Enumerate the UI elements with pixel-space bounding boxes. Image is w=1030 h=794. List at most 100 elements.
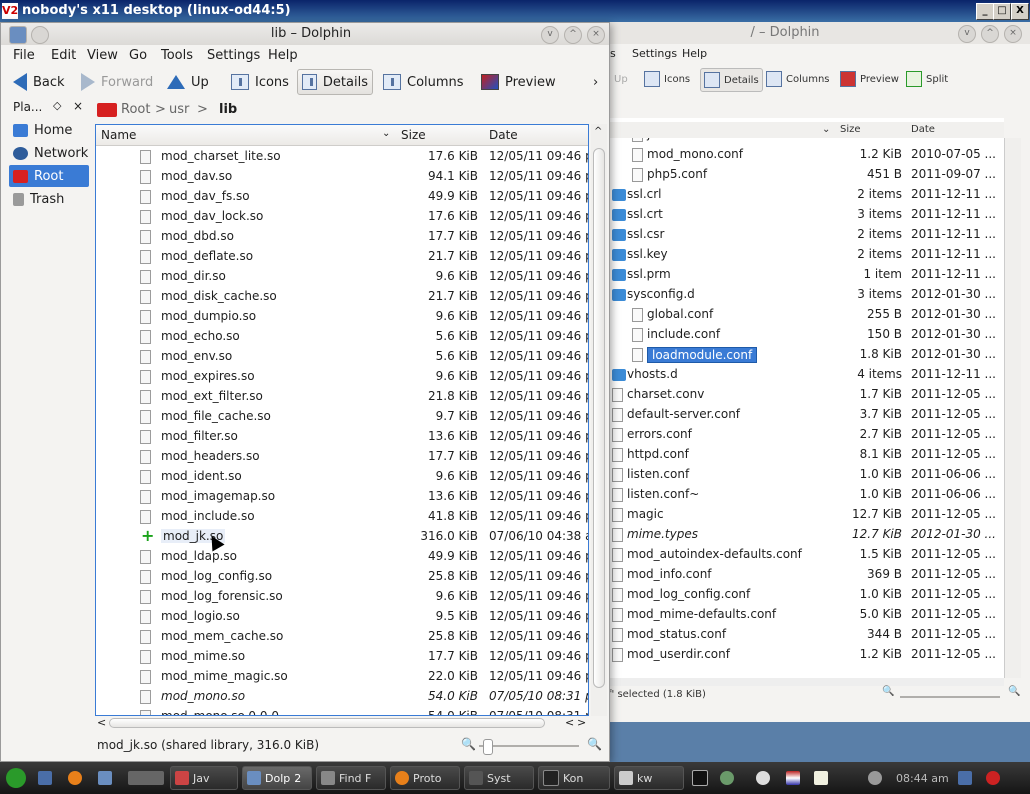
places-item-network[interactable]: Network	[9, 142, 89, 164]
file-row[interactable]: mod_echo.so 5.6 KiB 12/05/11 09:46 pn	[96, 327, 588, 347]
menu-view[interactable]: View	[87, 48, 118, 63]
file-row[interactable]: mod_ext_filter.so 21.8 KiB 12/05/11 09:46 …	[96, 387, 588, 407]
places-item-trash[interactable]: Trash	[9, 188, 89, 210]
file-row[interactable]: vhosts.d 4 items 2011-12-11 ...	[606, 366, 1004, 386]
elephant-tray[interactable]	[716, 766, 742, 790]
file-row[interactable]: loadmodule.conf 1.8 KiB 2012-01-30 ...	[606, 346, 1004, 366]
breadcrumb-lib[interactable]: lib	[219, 102, 237, 117]
file-row[interactable]: mod_logio.so 9.5 KiB 12/05/11 09:46 pn	[96, 607, 588, 627]
file-row[interactable]: mod_include.so 41.8 KiB 12/05/11 09:46 pn	[96, 507, 588, 527]
horizontal-scrollbar[interactable]: < < >	[95, 716, 589, 730]
file-row[interactable]: ssl.crt 3 items 2011-12-11 ...	[606, 206, 1004, 226]
task-system[interactable]: Syst	[464, 766, 534, 790]
file-row[interactable]: mod_log_forensic.so 9.6 KiB 12/05/11 09:46…	[96, 587, 588, 607]
menu-item[interactable]: s	[610, 47, 616, 60]
up-button[interactable]: Up	[614, 68, 628, 90]
file-row[interactable]: mod_log_config.so 25.8 KiB 12/05/11 09:46 …	[96, 567, 588, 587]
file-row[interactable]: sysconfig.d 3 items 2012-01-30 ...	[606, 286, 1004, 306]
file-row[interactable]: charset.conv 1.7 KiB 2011-12-05 ...	[606, 386, 1004, 406]
breadcrumb-usr[interactable]: usr	[169, 102, 189, 117]
file-row[interactable]: mod_dav.so 94.1 KiB 12/05/11 09:46 pn	[96, 167, 588, 187]
file-row[interactable]: mod_headers.so 17.7 KiB 12/05/11 09:46 pn	[96, 447, 588, 467]
menu-help[interactable]: Help	[268, 48, 298, 63]
column-name[interactable]: Name	[101, 128, 136, 142]
file-row[interactable]: ssl.key 2 items 2011-12-11 ...	[606, 246, 1004, 266]
preview-button[interactable]: Preview	[840, 68, 899, 90]
keyboard-layout-tray[interactable]	[782, 766, 808, 790]
scroll-left-icon[interactable]: <	[565, 716, 574, 729]
file-row[interactable]: mod_ldap.so 49.9 KiB 12/05/11 09:46 pn	[96, 547, 588, 567]
pin-icon[interactable]	[31, 26, 49, 44]
columns-view-button[interactable]: Columns	[766, 68, 830, 90]
vnc-maximize-button[interactable]: □	[993, 3, 1011, 20]
close-icon[interactable]: ×	[1004, 25, 1022, 43]
window-titlebar[interactable]: lib – Dolphin v ^ ×	[1, 23, 609, 45]
file-row[interactable]: mod_dir.so 9.6 KiB 12/05/11 09:46 pn	[96, 267, 588, 287]
task-java[interactable]: Jav	[170, 766, 238, 790]
file-row[interactable]: mod_dumpio.so 9.6 KiB 12/05/11 09:46 pn	[96, 307, 588, 327]
chevron-up-icon[interactable]: ^	[981, 25, 999, 43]
file-row[interactable]: mod_disk_cache.so 21.7 KiB 12/05/11 09:46 …	[96, 287, 588, 307]
icons-view-button[interactable]: Icons	[227, 69, 293, 95]
zoom-out-icon[interactable]: 🔍	[461, 737, 476, 751]
menu-go[interactable]: Go	[129, 48, 147, 63]
desktop-button[interactable]	[34, 766, 62, 790]
window2-horizontal-scrollbar[interactable]	[606, 678, 1004, 686]
file-row[interactable]: httpd.conf 8.1 KiB 2011-12-05 ...	[606, 446, 1004, 466]
file-row[interactable]: listen.conf~ 1.0 KiB 2011-06-06 ...	[606, 486, 1004, 506]
split-button[interactable]: Split	[906, 68, 948, 90]
float-panel-icon[interactable]: ◇	[53, 99, 61, 112]
places-item-home[interactable]: Home	[9, 119, 89, 141]
details-view-button[interactable]: Details	[700, 68, 763, 92]
audio-tray[interactable]	[752, 766, 778, 790]
zoom-in-icon[interactable]: 🔍	[587, 737, 602, 751]
file-row[interactable]: errors.conf 2.7 KiB 2011-12-05 ...	[606, 426, 1004, 446]
file-row[interactable]: mod_charset_lite.so 17.6 KiB 12/05/11 09:4…	[96, 147, 588, 167]
zoom-out-icon[interactable]: 🔍	[882, 686, 894, 697]
file-row[interactable]: mod_status.conf 344 B 2011-12-05 ...	[606, 626, 1004, 646]
toolbar-overflow-button[interactable]: ›	[589, 69, 602, 95]
file-row[interactable]: global.conf 255 B 2012-01-30 ...	[606, 306, 1004, 326]
maximize-icon[interactable]: ^	[564, 26, 582, 44]
menu-edit[interactable]: Edit	[51, 48, 76, 63]
file-row[interactable]: ssl.crl 2 items 2011-12-11 ...	[606, 186, 1004, 206]
pager[interactable]	[124, 766, 168, 790]
sort-chevron-icon[interactable]: ⌄	[382, 128, 390, 139]
file-row[interactable]: include.conf 150 B 2012-01-30 ...	[606, 326, 1004, 346]
task-kwrite[interactable]: kw	[614, 766, 684, 790]
vnc-close-button[interactable]: X	[1011, 3, 1029, 20]
file-row[interactable]: php5.conf 451 B 2011-09-07 ...	[606, 166, 1004, 186]
file-row[interactable]: mod_dav_fs.so 49.9 KiB 12/05/11 09:46 pn	[96, 187, 588, 207]
file-row[interactable]: listen.conf 1.0 KiB 2011-06-06 ...	[606, 466, 1004, 486]
file-row[interactable]: mod_dbd.so 17.7 KiB 12/05/11 09:46 pn	[96, 227, 588, 247]
vertical-scrollbar[interactable]: ^	[591, 124, 607, 716]
task-find[interactable]: Find F	[316, 766, 386, 790]
app-menu-icon[interactable]	[9, 26, 27, 44]
clock[interactable]: 08:44 am	[892, 766, 950, 790]
vnc-minimize-button[interactable]: _	[976, 3, 994, 20]
file-row[interactable]: mod_mono.so.0.0.0 54.0 KiB 07/05/10 08:31 …	[96, 707, 588, 715]
file-row[interactable]: magic 12.7 KiB 2011-12-05 ...	[606, 506, 1004, 526]
kde-menu-button[interactable]	[2, 766, 30, 790]
chevron-down-icon[interactable]: v	[958, 25, 976, 43]
file-row[interactable]: + mod_jk.so 316.0 KiB 07/06/10 04:38 ar	[96, 527, 588, 547]
logout-button[interactable]	[982, 766, 1008, 790]
up-button[interactable]: Up	[163, 69, 213, 95]
file-row[interactable]: mod_file_cache.so 9.7 KiB 12/05/11 09:46 p…	[96, 407, 588, 427]
scroll-left-icon[interactable]: <	[97, 716, 106, 729]
close-icon[interactable]: ×	[587, 26, 605, 44]
file-row[interactable]: default-server.conf 3.7 KiB 2011-12-05 ...	[606, 406, 1004, 426]
task-konsole[interactable]: Kon	[538, 766, 610, 790]
places-item-root[interactable]: Root	[9, 165, 89, 187]
hscrollbar-thumb[interactable]	[109, 718, 545, 728]
menu-tools[interactable]: Tools	[161, 48, 193, 63]
window2-vertical-scrollbar[interactable]	[1004, 138, 1021, 678]
file-row[interactable]: mod_expires.so 9.6 KiB 12/05/11 09:46 pn	[96, 367, 588, 387]
file-row[interactable]: mod_dav_lock.so 17.6 KiB 12/05/11 09:46 pn	[96, 207, 588, 227]
icons-view-button[interactable]: Icons	[644, 68, 690, 90]
scrollbar-thumb[interactable]	[593, 148, 605, 688]
preview-button[interactable]: Preview	[477, 69, 560, 95]
zoom-slider-handle[interactable]	[483, 739, 493, 755]
column-size[interactable]: Size	[840, 124, 861, 135]
firefox-launcher[interactable]	[64, 766, 92, 790]
